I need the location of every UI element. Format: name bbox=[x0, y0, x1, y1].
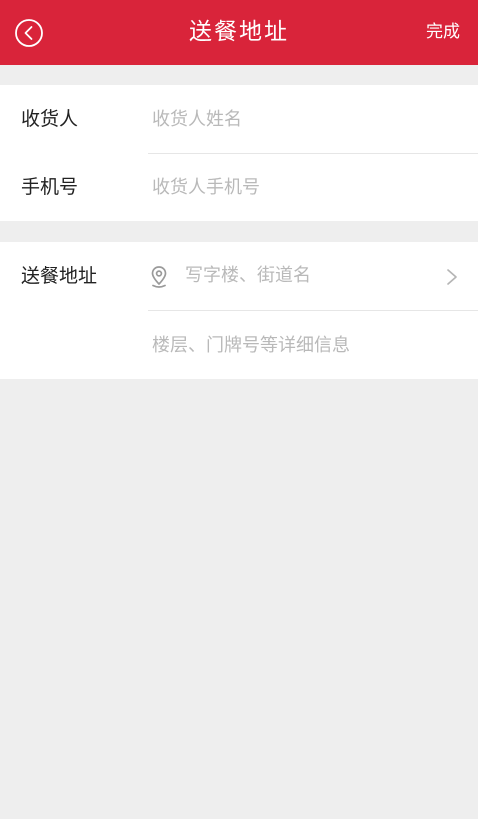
back-circle-icon bbox=[15, 19, 43, 47]
address-section: 送餐地址 写字楼、街道名 bbox=[0, 242, 478, 379]
phone-label: 手机号 bbox=[21, 176, 79, 198]
contact-section: 收货人 手机号 bbox=[0, 85, 478, 221]
address-detail-row bbox=[0, 311, 478, 379]
back-button[interactable] bbox=[14, 18, 44, 48]
done-button[interactable]: 完成 bbox=[426, 0, 460, 65]
chevron-right-icon bbox=[447, 269, 457, 285]
page-title: 送餐地址 bbox=[189, 19, 289, 45]
address-label: 送餐地址 bbox=[21, 265, 98, 287]
receiver-label: 收货人 bbox=[21, 108, 79, 130]
address-location-placeholder: 写字楼、街道名 bbox=[185, 265, 311, 286]
address-row: 送餐地址 写字楼、街道名 bbox=[0, 242, 478, 310]
phone-row: 手机号 bbox=[0, 153, 478, 221]
app-header: 送餐地址 完成 bbox=[0, 0, 478, 65]
address-detail-input[interactable] bbox=[150, 325, 462, 365]
location-pin-icon bbox=[151, 266, 167, 288]
receiver-row: 收货人 bbox=[0, 85, 478, 153]
phone-input[interactable] bbox=[150, 167, 462, 207]
receiver-name-input[interactable] bbox=[150, 99, 462, 139]
